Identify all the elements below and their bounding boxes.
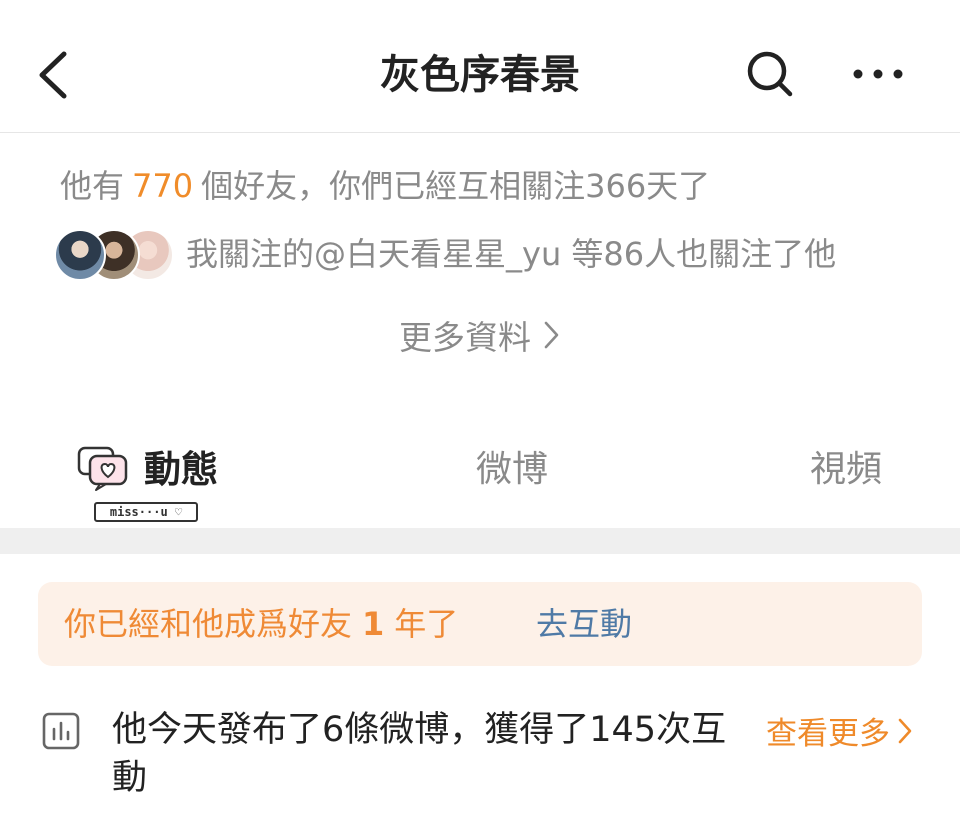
view-more-link[interactable]: 查看更多 [766, 710, 914, 758]
chevron-right-icon [541, 312, 561, 368]
back-arrow-icon [39, 51, 67, 99]
interact-link[interactable]: 去互動 [536, 582, 632, 666]
friend-prefix: 他有 [60, 167, 125, 205]
tab-feed-label: 動態 [144, 448, 218, 491]
heart-chat-sticker-icon [77, 446, 128, 491]
banner-text-after: 年了 [394, 605, 459, 643]
bar-chart-icon [42, 712, 80, 750]
friendship-duration-text: 你已經和他成爲好友 1 年了 [64, 582, 458, 666]
more-info-label: 更多資料 [399, 318, 531, 357]
chevron-right-icon [896, 712, 914, 760]
friendship-years: 1 [362, 605, 385, 643]
tab-weibo[interactable]: 微博 [476, 440, 548, 500]
more-info-link[interactable]: 更多資料 [0, 310, 960, 366]
avatar [54, 229, 106, 281]
profile-page: 灰色序春景 他有 770 個好友，你們已經互相關注366天了 我關注的@白天看星星_… [0, 0, 960, 823]
friend-count-line: 他有 770 個好友，你們已經互相關注366天了 [60, 160, 710, 212]
daily-stats-text: 他今天發布了6條微博，獲得了145次互動 [112, 710, 727, 798]
search-icon [747, 51, 793, 97]
tab-feed[interactable]: 動態 [76, 440, 256, 500]
sticker-badge: miss···u ♡ [94, 502, 198, 522]
more-dots-icon [853, 69, 903, 79]
more-options-button[interactable] [848, 58, 908, 90]
friendship-banner: 你已經和他成爲好友 1 年了 去互動 [38, 582, 922, 666]
mutual-avatars [54, 229, 174, 281]
search-button[interactable] [742, 46, 798, 102]
mutual-follow-text: 我關注的@白天看星星_yu 等86人也關注了他 [186, 235, 837, 273]
view-more-label: 查看更多 [766, 716, 890, 752]
top-nav-bar: 灰色序春景 [0, 0, 960, 133]
page-title: 灰色序春景 [380, 52, 580, 98]
mutual-follow-row[interactable]: 我關注的@白天看星星_yu 等86人也關注了他 [54, 226, 934, 282]
tab-video[interactable]: 視頻 [810, 440, 882, 500]
section-divider [0, 528, 960, 554]
back-button[interactable] [28, 44, 80, 106]
friend-suffix: 個好友，你們已經互相關注366天了 [201, 167, 711, 205]
friend-count[interactable]: 770 [132, 167, 193, 205]
banner-text-before: 你已經和他成爲好友 [64, 605, 353, 643]
